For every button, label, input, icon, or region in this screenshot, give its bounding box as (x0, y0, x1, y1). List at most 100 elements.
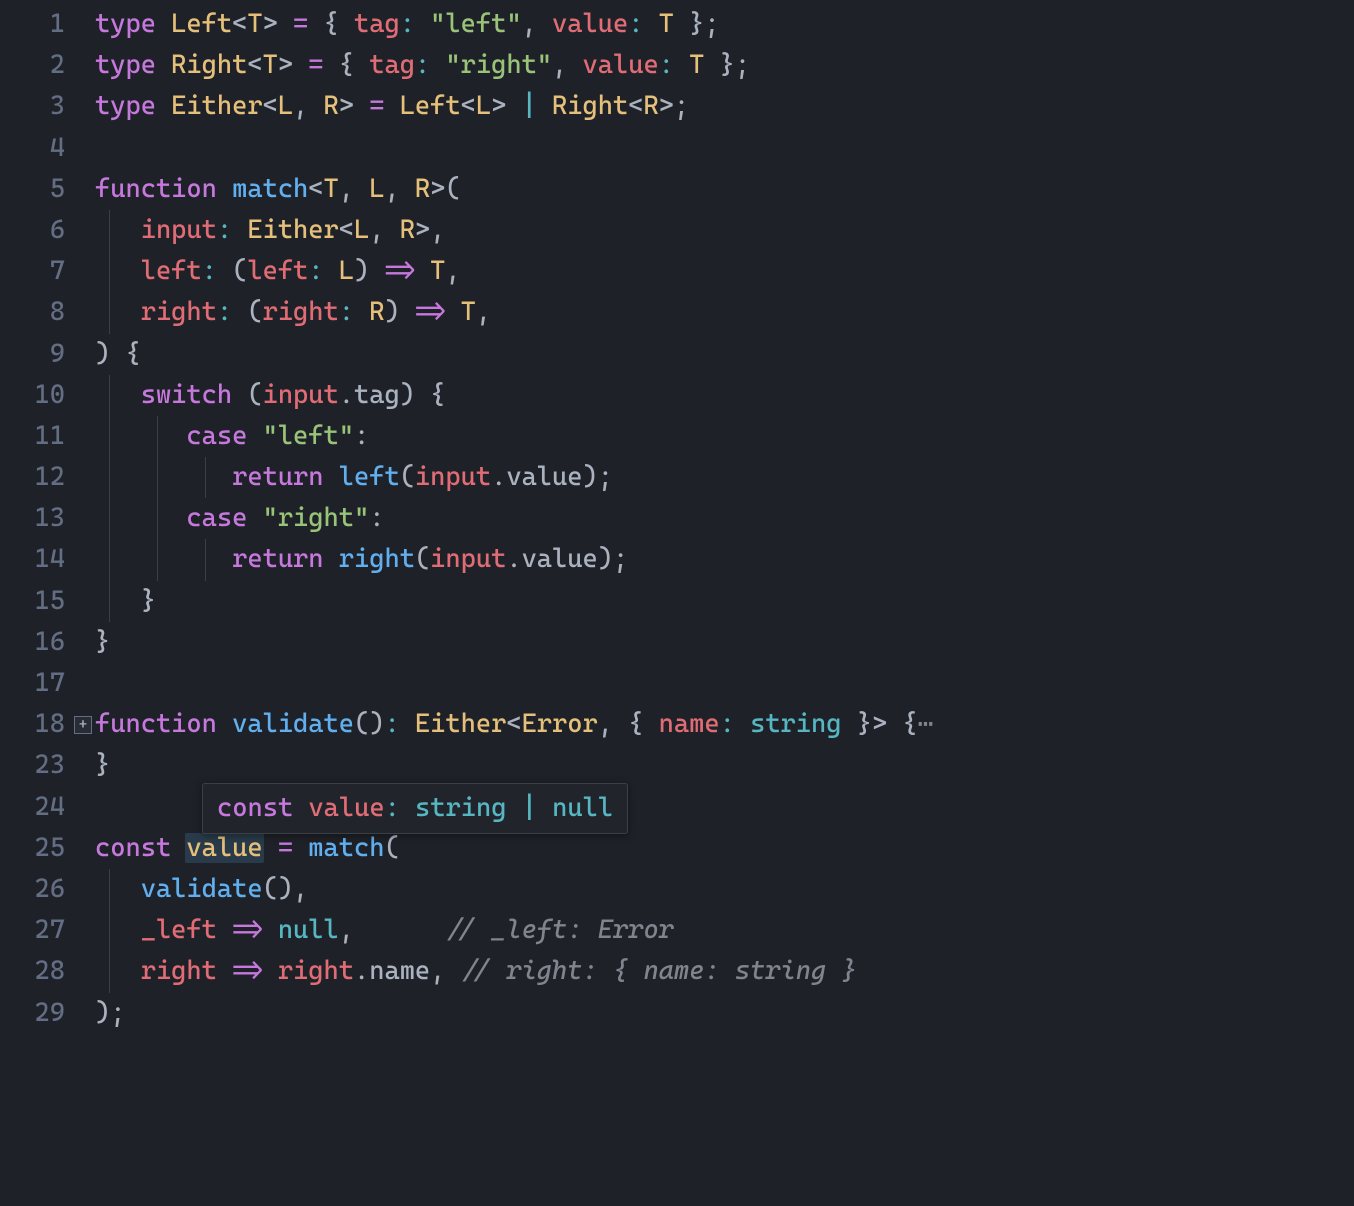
token: case (186, 421, 247, 451)
token (156, 91, 171, 121)
code-line[interactable]: function validate(): Either<Error, { nam… (95, 704, 1354, 745)
token (156, 50, 171, 80)
token: function (95, 174, 217, 204)
token: (), (263, 874, 309, 904)
token: tag (354, 9, 400, 39)
indent-guide (109, 539, 110, 580)
token: > (415, 215, 430, 245)
code-editor[interactable]: 123456789101112131415161718+232425262728… (0, 0, 1354, 1206)
code-line[interactable]: type Left<T> = { tag: "left", value: T }… (95, 4, 1354, 45)
code-line[interactable]: ) { (95, 334, 1354, 375)
code-line[interactable]: } (95, 581, 1354, 622)
token: T (461, 297, 476, 327)
token: right (278, 956, 354, 986)
token (506, 793, 521, 823)
token (95, 380, 141, 410)
token: : (308, 256, 323, 286)
token: < (247, 50, 262, 80)
token: Right (171, 50, 247, 80)
token: right (141, 297, 217, 327)
code-line[interactable]: return right(input.value); (95, 539, 1354, 580)
token: ( (400, 462, 415, 492)
token: return (232, 544, 323, 574)
token: L (339, 256, 354, 286)
code-line[interactable]: } (95, 622, 1354, 663)
token: T (430, 256, 445, 286)
code-line[interactable]: function match<T, L, R>( (95, 169, 1354, 210)
fold-expand-icon[interactable]: + (74, 716, 92, 734)
code-line[interactable]: left: (left: L) => T, (95, 251, 1354, 292)
token: Either (415, 709, 506, 739)
code-line[interactable]: type Either<L, R> = Left<L> | Right<R>; (95, 86, 1354, 127)
gutter: 123456789101112131415161718+232425262728… (0, 0, 95, 1206)
token: | (522, 793, 537, 823)
code-line[interactable]: return left(input.value); (95, 457, 1354, 498)
line-number: 17 (0, 663, 95, 704)
token: tag (354, 380, 400, 410)
token: R (643, 91, 658, 121)
indent-guide (109, 210, 110, 251)
token: => (415, 297, 445, 327)
token: T (324, 174, 339, 204)
token (217, 956, 232, 986)
token: L (369, 174, 384, 204)
token: ⋯ (918, 709, 934, 739)
code-line[interactable]: case "right": (95, 498, 1354, 539)
code-line[interactable]: right => right.name, // right: { name: s… (95, 951, 1354, 992)
token: ) (354, 256, 384, 286)
code-line[interactable]: switch (input.tag) { (95, 375, 1354, 416)
code-line[interactable]: case "left": (95, 416, 1354, 457)
code-line[interactable]: input: Either<L, R>, (95, 210, 1354, 251)
token: validate (232, 709, 354, 739)
token: = (308, 50, 323, 80)
token: string (415, 793, 506, 823)
token: right (263, 297, 339, 327)
token: } (95, 750, 110, 780)
token (643, 9, 658, 39)
token: = (293, 9, 308, 39)
token: R (400, 215, 415, 245)
line-number: 14 (0, 539, 95, 580)
code-line[interactable]: } (95, 745, 1354, 786)
token: type (95, 91, 156, 121)
token: => (384, 256, 414, 286)
token: L (354, 215, 369, 245)
code-area[interactable]: type Left<T> = { tag: "left", value: T }… (95, 0, 1354, 1206)
code-line[interactable]: right: (right: R) => T, (95, 292, 1354, 333)
code-line[interactable]: ); (95, 993, 1354, 1034)
token: } (95, 627, 110, 657)
token: () (354, 709, 384, 739)
token: const (95, 833, 171, 863)
token: < (628, 91, 643, 121)
token (537, 91, 552, 121)
token: : (628, 9, 643, 39)
token: type (95, 9, 156, 39)
code-line[interactable]: type Right<T> = { tag: "right", value: T… (95, 45, 1354, 86)
code-line[interactable] (95, 128, 1354, 169)
token: = (369, 91, 384, 121)
token (263, 956, 278, 986)
token (156, 9, 171, 39)
line-number: 23 (0, 745, 95, 786)
token: right (141, 956, 217, 986)
token: // right: { name: string } (461, 956, 857, 986)
code-line[interactable]: validate(), (95, 869, 1354, 910)
token (674, 50, 689, 80)
token (95, 256, 141, 286)
code-line[interactable] (95, 663, 1354, 704)
line-number: 13 (0, 498, 95, 539)
token: ); (95, 998, 125, 1028)
code-line[interactable]: _left => null, // _left: Error (95, 910, 1354, 951)
token: , (339, 174, 369, 204)
token: . (339, 380, 354, 410)
token: < (339, 215, 354, 245)
token (95, 462, 232, 492)
indent-guide (109, 416, 110, 457)
token: Left (400, 91, 461, 121)
token: : (217, 215, 232, 245)
token (735, 709, 750, 739)
indent-guide (109, 457, 110, 498)
indent-guide (157, 539, 158, 580)
token (95, 215, 141, 245)
token (232, 215, 247, 245)
